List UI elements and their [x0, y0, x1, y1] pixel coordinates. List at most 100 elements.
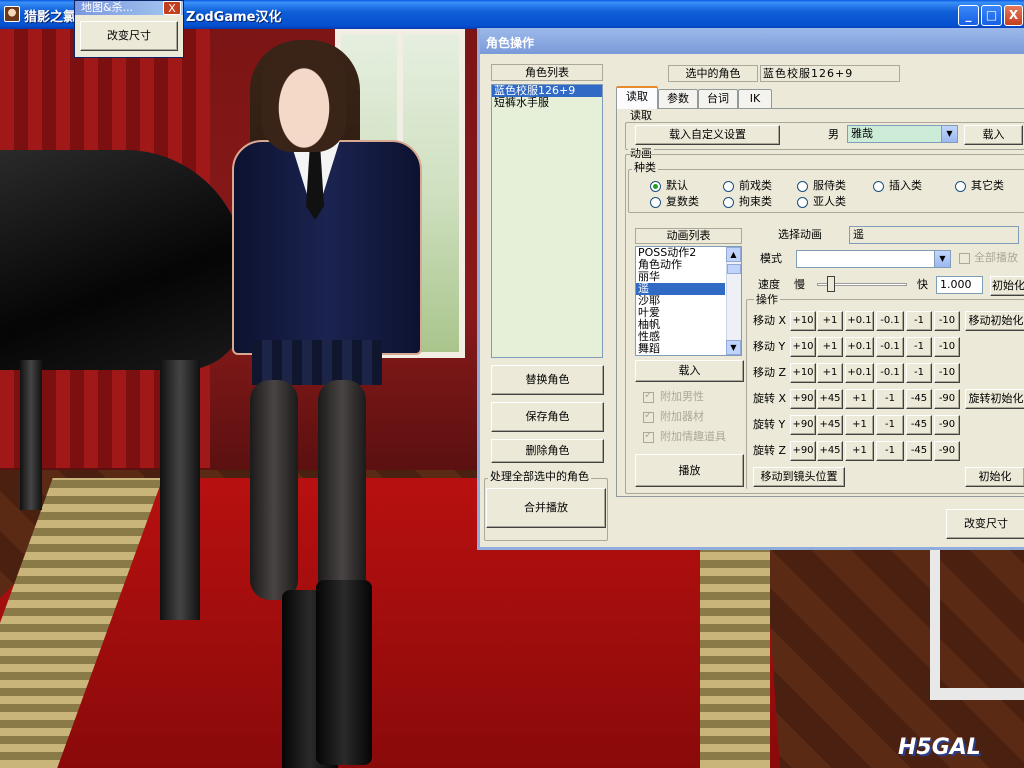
move-z-step-button[interactable]: -10	[934, 363, 960, 383]
tab-read[interactable]: 读取	[616, 86, 658, 109]
speed-input[interactable]: 1.000	[936, 276, 983, 294]
rot-z-step-button[interactable]: -90	[934, 441, 960, 461]
male-select[interactable]: 雅哉 ▼	[847, 125, 958, 143]
radio-foreplay[interactable]	[723, 181, 734, 192]
move-y-step-button[interactable]: +0.1	[845, 337, 874, 357]
rot-y-step-button[interactable]: +90	[790, 415, 816, 435]
move-init-button[interactable]: 移动初始化	[965, 311, 1024, 331]
move-to-camera-button[interactable]: 移动到镜头位置	[753, 467, 845, 487]
anim-listbox[interactable]: POSS动作2 角色动作 丽华 遥 沙耶 叶爱 柚帆 性感 舞蹈 ▲ ▼	[635, 246, 742, 356]
move-x-step-button[interactable]: +0.1	[845, 311, 874, 331]
rot-y-step-button[interactable]: +45	[817, 415, 843, 435]
role-listbox[interactable]: 蓝色校服126+9 短裤水手服	[491, 84, 603, 358]
save-role-button[interactable]: 保存角色	[491, 402, 604, 432]
rot-z-step-button[interactable]: +45	[817, 441, 843, 461]
selected-role-value: 蓝色校服126+9	[760, 65, 900, 82]
move-x-step-button[interactable]: -1	[906, 311, 932, 331]
load-anim-button[interactable]: 载入	[635, 360, 744, 382]
tab-ik[interactable]: IK	[738, 89, 772, 109]
rot-y-step-button[interactable]: -90	[934, 415, 960, 435]
speed-slow-label: 慢	[794, 278, 805, 291]
attach-device-checkbox[interactable]	[643, 410, 654, 423]
minimize-button[interactable]: _	[958, 5, 979, 26]
rot-x-step-button[interactable]: +1	[845, 389, 874, 409]
play-button[interactable]: 播放	[635, 454, 744, 487]
move-z-step-button[interactable]: -0.1	[876, 363, 904, 383]
move-z-step-button[interactable]: +1	[817, 363, 843, 383]
rot-y-step-button[interactable]: -45	[906, 415, 932, 435]
move-y-step-button[interactable]: +1	[817, 337, 843, 357]
radio-restraint[interactable]	[723, 197, 734, 208]
rot-z-step-button[interactable]: +1	[845, 441, 874, 461]
rot-y-step-button[interactable]: -1	[876, 415, 904, 435]
radio-demihuman-label: 亚人类	[813, 195, 846, 208]
radio-other[interactable]	[955, 181, 966, 192]
rot-z-step-button[interactable]: -45	[906, 441, 932, 461]
select-anim-field[interactable]: 遥	[849, 226, 1019, 244]
move-y-step-button[interactable]: -0.1	[876, 337, 904, 357]
rot-y-step-button[interactable]: +1	[845, 415, 874, 435]
move-y-step-button[interactable]: -10	[934, 337, 960, 357]
replace-role-button[interactable]: 替换角色	[491, 365, 604, 395]
radio-other-label: 其它类	[971, 179, 1004, 192]
chevron-down-icon[interactable]: ▼	[941, 126, 957, 142]
character-leg	[250, 380, 298, 600]
dialog-resize-button[interactable]: 改变尺寸	[946, 509, 1024, 539]
popup-resize-button[interactable]: 改变尺寸	[80, 21, 178, 51]
rot-z-step-button[interactable]: -1	[876, 441, 904, 461]
white-stool	[930, 540, 1024, 700]
move-z-step-button[interactable]: +10	[790, 363, 816, 383]
move-x-step-button[interactable]: -0.1	[876, 311, 904, 331]
attach-toy-checkbox[interactable]	[643, 430, 654, 443]
radio-service[interactable]	[797, 181, 808, 192]
close-button[interactable]: X	[1004, 5, 1023, 26]
scroll-thumb[interactable]	[727, 264, 741, 274]
play-all-checkbox[interactable]	[959, 253, 970, 264]
scroll-up-icon[interactable]: ▲	[726, 247, 741, 262]
radio-foreplay-label: 前戏类	[739, 179, 772, 192]
radio-default[interactable]	[650, 181, 661, 192]
rot-x-step-button[interactable]: +90	[790, 389, 816, 409]
radio-demihuman[interactable]	[797, 197, 808, 208]
radio-insert[interactable]	[873, 181, 884, 192]
tab-lines[interactable]: 台词	[698, 89, 738, 109]
move-y-label: 移动 Y	[753, 340, 786, 353]
maximize-button[interactable]: □	[981, 5, 1002, 26]
speed-slider-thumb[interactable]	[826, 276, 835, 292]
rot-x-step-button[interactable]: +45	[817, 389, 843, 409]
selected-role-label: 选中的角色	[668, 65, 758, 82]
attach-male-checkbox[interactable]	[643, 390, 654, 403]
attach-male-label: 附加男性	[660, 390, 704, 403]
role-list-item[interactable]: 短裤水手服	[492, 97, 602, 109]
delete-role-button[interactable]: 删除角色	[491, 439, 604, 463]
scroll-down-icon[interactable]: ▼	[726, 340, 741, 355]
speed-init-button[interactable]: 初始化	[990, 276, 1024, 296]
popup-close-button[interactable]: X	[163, 1, 181, 15]
category-label: 种类	[632, 161, 658, 174]
move-z-step-button[interactable]: +0.1	[845, 363, 874, 383]
chevron-down-icon[interactable]: ▼	[934, 251, 950, 267]
move-x-step-button[interactable]: +10	[790, 311, 816, 331]
tab-params[interactable]: 参数	[658, 89, 698, 109]
move-x-step-button[interactable]: -10	[934, 311, 960, 331]
mode-select[interactable]: ▼	[796, 250, 951, 268]
rot-x-step-button[interactable]: -90	[934, 389, 960, 409]
merge-play-button[interactable]: 合并播放	[486, 488, 606, 528]
load-custom-button[interactable]: 载入自定义设置	[635, 125, 780, 145]
attach-device-label: 附加器材	[660, 410, 704, 423]
anim-list-scrollbar[interactable]: ▲ ▼	[726, 247, 741, 355]
rot-x-step-button[interactable]: -1	[876, 389, 904, 409]
move-x-step-button[interactable]: +1	[817, 311, 843, 331]
grand-piano	[0, 150, 245, 370]
move-y-step-button[interactable]: +10	[790, 337, 816, 357]
select-anim-label: 选择动画	[778, 228, 822, 241]
move-y-step-button[interactable]: -1	[906, 337, 932, 357]
radio-default-label: 默认	[666, 179, 688, 192]
move-z-step-button[interactable]: -1	[906, 363, 932, 383]
rot-x-step-button[interactable]: -45	[906, 389, 932, 409]
load-male-button[interactable]: 载入	[964, 125, 1023, 145]
ops-init-button[interactable]: 初始化	[965, 467, 1024, 487]
rot-init-button[interactable]: 旋转初始化	[965, 389, 1024, 409]
radio-multiple[interactable]	[650, 197, 661, 208]
rot-z-step-button[interactable]: +90	[790, 441, 816, 461]
